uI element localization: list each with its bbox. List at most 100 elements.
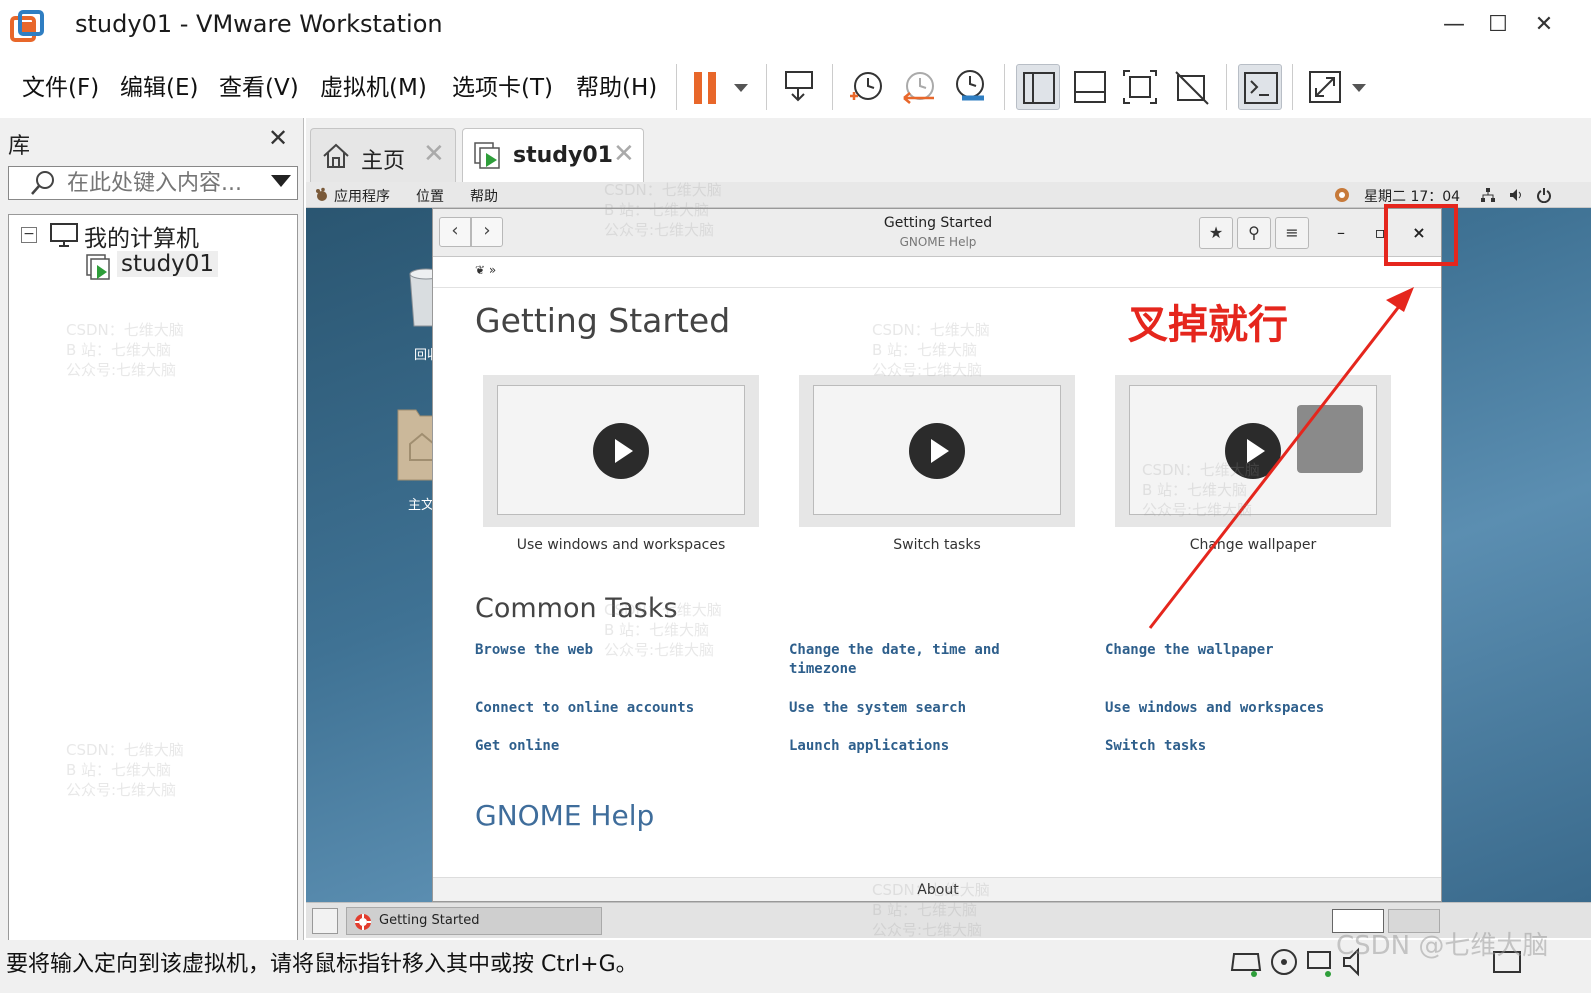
play-icon[interactable] [1225,423,1281,479]
power-icon[interactable] [1536,187,1552,203]
taskbar-item-label: Getting Started [379,913,480,928]
vm-icon [86,254,110,280]
annotation-label: 叉掉就行 [1128,302,1288,348]
toolbar-separator [676,64,677,110]
taskbar-item-getting-started[interactable]: Getting Started [346,907,602,935]
send-keys-icon [785,71,813,102]
menu-edit[interactable]: 编辑(E) [120,68,198,102]
revert-snapshot-icon [903,72,934,104]
gnome-menu-places[interactable]: 位置 [416,186,444,206]
tab-home[interactable]: 主页 ✕ [310,128,456,182]
cd-rom-icon[interactable] [1266,944,1302,980]
stretch-guest-button[interactable] [1304,64,1374,110]
show-library-button[interactable] [1016,64,1060,110]
title-bar: study01 - VMware Workstation — ☐ ✕ [0,0,1591,52]
task-link[interactable]: Connect to online accounts [475,699,765,718]
menu-vm[interactable]: 虚拟机(M) [320,68,427,102]
task-link[interactable]: Browse the web [475,641,765,660]
menu-file[interactable]: 文件(F) [22,68,99,102]
task-link[interactable]: Change the wallpaper [1105,641,1405,660]
chevron-down-icon[interactable] [271,175,291,187]
tab-home-label: 主页 [361,149,406,174]
hard-disk-icon[interactable] [1228,944,1264,980]
revert-snapshot-button[interactable] [896,64,940,110]
pause-button[interactable] [686,64,756,110]
toolbar-separator [1226,64,1227,110]
back-button[interactable]: ‹ [439,217,471,247]
tree-item-my-computer[interactable]: 我的计算机 [84,219,199,253]
vmware-logo-icon [10,10,44,42]
play-icon[interactable] [909,423,965,479]
minimize-button[interactable]: — [1436,10,1472,40]
play-icon[interactable] [593,423,649,479]
window-title: study01 - VMware Workstation [75,10,443,38]
toolbar-separator [1004,64,1005,110]
pause-icon [694,72,748,104]
menu-help[interactable]: 帮助(H) [576,68,657,102]
task-link[interactable]: Switch tasks [1105,737,1405,756]
network-icon[interactable] [1480,187,1496,203]
video-thumbnail-switch-tasks[interactable] [799,375,1075,527]
gnome-menu-applications[interactable]: 应用程序 [334,186,390,206]
library-panel-icon [1023,72,1055,104]
maximize-button[interactable]: ☐ [1480,10,1516,40]
home-icon [323,143,349,168]
close-button[interactable]: ✕ [1526,10,1562,40]
task-link[interactable]: Use windows and workspaces [1105,699,1405,718]
task-link[interactable]: Change the date, time and timezone [789,641,1043,679]
tree-collapse-toggle[interactable]: − [21,227,37,243]
status-bar: 要将输入定向到该虚拟机，请将鼠标指针移入其中或按 Ctrl+G。 [0,940,1591,993]
snapshot-manager-button[interactable] [948,64,992,110]
video-thumbnail-windows[interactable] [483,375,759,527]
page-title: Getting Started [475,301,731,340]
show-desktop-button[interactable] [312,908,338,934]
vm-console[interactable]: 应用程序 位置 帮助 星期二 17：04 回收 主文 Getting Start… [306,182,1591,902]
tab-study01-close-icon[interactable]: ✕ [613,139,635,169]
user-status-icon [1335,188,1349,202]
divider [433,287,1441,288]
volume-icon[interactable] [1508,187,1524,203]
library-search-input[interactable] [67,169,267,197]
menu-view[interactable]: 查看(V) [219,68,299,102]
forward-button[interactable]: › [471,217,503,247]
snapshot-button[interactable] [844,64,888,110]
tree-item-study01[interactable]: study01 [117,251,219,277]
task-link[interactable]: Get online [475,737,765,756]
stretch-icon [1309,71,1366,103]
tab-bar: 主页 ✕ study01 ✕ [306,118,1591,184]
task-link[interactable]: Launch applications [789,737,1079,756]
breadcrumb[interactable]: ❦ » [475,263,496,277]
workspace-2[interactable] [1388,909,1440,933]
menu-button[interactable]: ≡ [1275,217,1309,249]
gnome-menu-help[interactable]: 帮助 [470,186,498,206]
task-link[interactable]: Use the system search [789,699,1079,718]
library-close-button[interactable]: ✕ [268,124,288,152]
full-screen-button[interactable] [1118,64,1162,110]
network-adapter-icon[interactable] [1302,944,1338,980]
show-thumbnail-bar-button[interactable] [1068,64,1112,110]
terminal-icon [1244,72,1278,104]
bookmark-button[interactable]: ★ [1199,217,1233,249]
unity-mode-button[interactable] [1170,64,1214,110]
gnome-clock[interactable]: 星期二 17：04 [1364,186,1460,206]
tab-study01[interactable]: study01 ✕ [462,128,644,184]
tab-home-close-icon[interactable]: ✕ [423,139,445,169]
library-title: 库 [8,134,31,159]
about-link[interactable]: About [433,877,1441,901]
library-panel: 库 ✕ − 我的计算机 study01 [0,118,304,950]
gnome-help-link[interactable]: GNOME Help [475,799,654,832]
menu-tabs[interactable]: 选项卡(T) [452,68,553,102]
video-thumbnail-wallpaper[interactable] [1115,375,1391,527]
help-header-bar: Getting Started GNOME Help ‹ › ★ ⚲ ≡ – ▫… [433,209,1441,257]
toolbar-separator [766,64,767,110]
workspace-1[interactable] [1332,909,1384,933]
display-icon[interactable] [1490,944,1526,980]
library-search[interactable] [8,166,298,200]
search-button[interactable]: ⚲ [1237,217,1271,249]
sound-card-icon[interactable] [1338,944,1374,980]
send-ctrl-alt-del-button[interactable] [778,64,822,110]
help-minimize-button[interactable]: – [1328,221,1354,245]
lifebuoy-icon [355,914,371,930]
snapshot-clock-icon [850,72,882,100]
console-view-button[interactable] [1238,64,1282,110]
